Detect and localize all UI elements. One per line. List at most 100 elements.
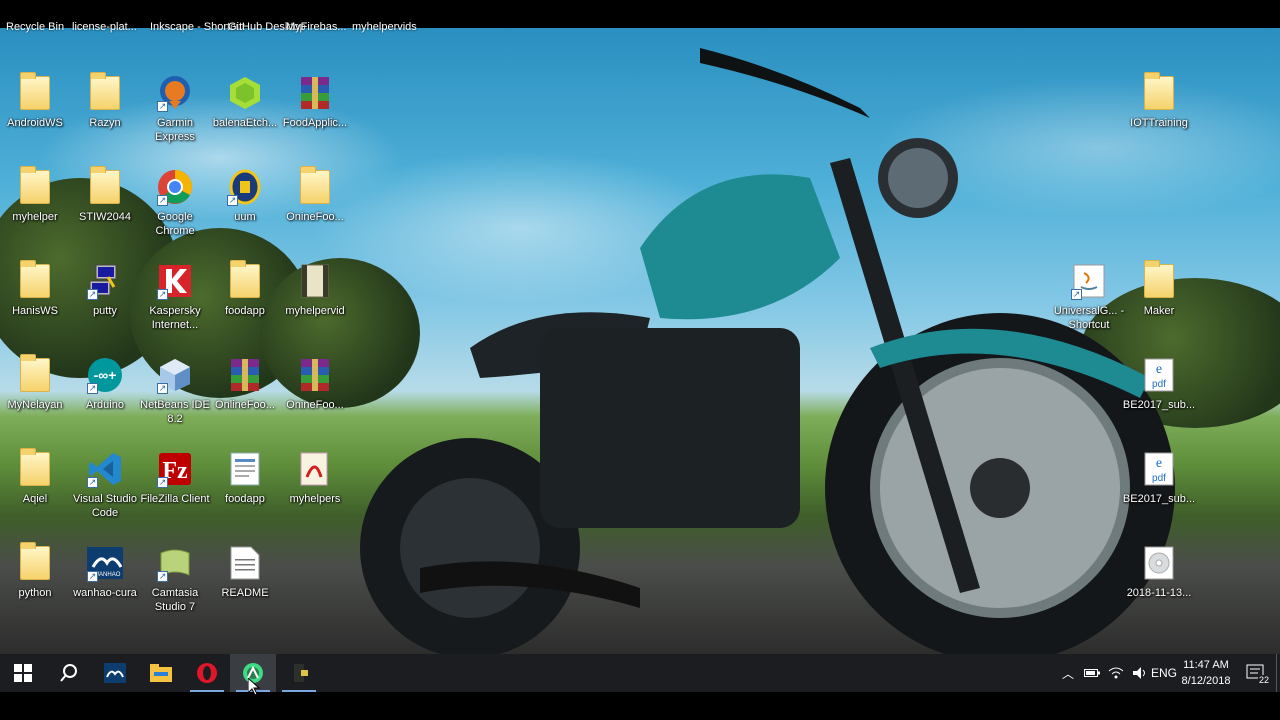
uum-logo-icon: ↗ — [227, 168, 263, 206]
pdf-icon — [297, 450, 333, 488]
icon-label: python — [18, 587, 52, 599]
desktop-icon-balenaetcher[interactable]: balenaEtch... — [210, 70, 280, 158]
desktop-icon-filezilla[interactable]: Fz ↗ FileZilla Client — [140, 446, 210, 534]
folder-icon — [17, 448, 53, 488]
app-window-icon — [294, 664, 308, 682]
desktop-icon-arduino[interactable]: -∞+ ↗ Arduino — [70, 352, 140, 440]
pdf-edge-icon: e pdf — [1141, 450, 1177, 488]
action-center-button[interactable]: 22 — [1236, 654, 1276, 692]
folder-icon — [17, 354, 53, 394]
chrome-icon: ↗ — [157, 168, 193, 206]
desktop-icon-stiw2044[interactable]: STIW2044 — [70, 164, 140, 252]
desktop-icon-camtasia[interactable]: ↗ Camtasia Studio 7 — [140, 540, 210, 628]
desktop-icon-universalg[interactable]: ↗ UniversalG... - Shortcut — [1054, 258, 1124, 346]
desktop-icon-vscode[interactable]: ↗ Visual Studio Code — [70, 446, 140, 534]
desktop-icon-be2017-sub-1[interactable]: e pdf BE2017_sub... — [1122, 352, 1196, 440]
volume-button[interactable] — [1128, 654, 1152, 692]
netbeans-icon: ↗ — [157, 356, 193, 394]
top-label-recycle-bin[interactable]: Recycle Bin — [6, 21, 64, 33]
folder-icon — [17, 166, 53, 206]
desktop-icon-be2017-sub-2[interactable]: e pdf BE2017_sub... — [1122, 446, 1196, 534]
folder-icon — [87, 166, 123, 206]
icon-label: AndroidWS — [7, 117, 63, 129]
desktop-icon-oninefoo[interactable]: OnineFoo... — [280, 164, 350, 252]
desktop-icon-oninefoo-rar[interactable]: OnineFoo... — [280, 352, 350, 440]
show-desktop-button[interactable] — [1276, 654, 1280, 692]
notification-count-badge: 22 — [1257, 675, 1270, 685]
start-button[interactable] — [0, 654, 46, 692]
icon-label: IOTTraining — [1130, 117, 1188, 129]
icon-label: Aqiel — [22, 493, 48, 505]
icon-label: wanhao-cura — [73, 587, 137, 599]
icon-label: balenaEtch... — [212, 117, 278, 129]
battery-button[interactable] — [1080, 654, 1104, 692]
desktop-icon-myhelpervid[interactable]: myhelpervid — [280, 258, 350, 346]
desktop-icon-readme[interactable]: README — [210, 540, 280, 628]
taskbar-app-window[interactable] — [276, 654, 322, 692]
icon-label: MyNelayan — [7, 399, 63, 411]
winrar-icon — [297, 356, 333, 394]
network-button[interactable] — [1104, 654, 1128, 692]
desktop-icon-foodapp-folder[interactable]: foodapp — [210, 258, 280, 346]
battery-icon — [1084, 669, 1100, 677]
desktop-icon-razyn[interactable]: Razyn — [70, 70, 140, 158]
top-label-myhelpervids[interactable]: myhelpervids — [352, 21, 417, 33]
search-button[interactable] — [46, 654, 92, 692]
folder-icon — [1141, 260, 1177, 300]
clock-time: 11:47 AM — [1183, 659, 1229, 671]
opera-icon — [197, 663, 217, 683]
desktop-icon-kaspersky[interactable]: ↗ Kaspersky Internet... — [140, 258, 210, 346]
taskbar-file-explorer[interactable] — [138, 654, 184, 692]
putty-icon: ↗ — [87, 262, 123, 300]
taskbar-opera[interactable] — [184, 654, 230, 692]
icon-label: Maker — [1143, 305, 1175, 317]
desktop-icon-foodapp-doc[interactable]: foodapp — [210, 446, 280, 534]
wifi-icon — [1108, 667, 1124, 679]
show-hidden-icons-button[interactable]: ︿ — [1056, 654, 1080, 692]
desktop-icon-myhelpers[interactable]: myhelpers — [280, 446, 350, 534]
winrar-icon — [297, 74, 333, 112]
icon-label: BE2017_sub... — [1122, 399, 1196, 411]
desktop-icon-aqiel[interactable]: Aqiel — [0, 446, 70, 534]
desktop-icon-netbeans[interactable]: ↗ NetBeans IDE 8.2 — [140, 352, 210, 440]
top-label-myfirebas[interactable]: MyFirebas... — [286, 21, 347, 33]
top-label-license-plat[interactable]: license-plat... — [72, 21, 137, 33]
icon-label: myhelpers — [289, 493, 341, 505]
desktop-icon-garmin-express[interactable]: ↗ Garmin Express — [140, 70, 210, 158]
svg-text:-∞+: -∞+ — [94, 367, 117, 383]
search-icon — [60, 664, 77, 682]
desktop-icon-myhelper[interactable]: myhelper — [0, 164, 70, 252]
icon-label: OnineFoo... — [286, 399, 344, 411]
camtasia-icon: ↗ — [157, 544, 193, 582]
svg-text:pdf: pdf — [1152, 473, 1166, 484]
desktop-icon-androidws[interactable]: AndroidWS — [0, 70, 70, 158]
desktop-icon-iottraining[interactable]: IOTTraining — [1124, 70, 1194, 158]
desktop-icon-2018-11-13[interactable]: 2018-11-13... — [1124, 540, 1194, 628]
icon-label: BE2017_sub... — [1122, 493, 1196, 505]
desktop-icon-maker[interactable]: Maker — [1124, 258, 1194, 346]
folder-icon — [17, 542, 53, 582]
desktop-icon-onlinefoo-rar[interactable]: OnlineFoo... — [210, 352, 280, 440]
icon-label: Arduino — [86, 399, 124, 411]
desktop-icon-python[interactable]: python — [0, 540, 70, 628]
icon-label: Google Chrome — [155, 211, 195, 237]
taskbar-wanhao-cura[interactable] — [92, 654, 138, 692]
language-indicator[interactable]: ENG — [1151, 654, 1177, 692]
java-icon: ↗ — [1071, 262, 1107, 300]
desktop-icon-uum[interactable]: ↗ uum — [210, 164, 280, 252]
desktop-icon-hanisws[interactable]: HanisWS — [0, 258, 70, 346]
desktop-icon-foodapplic[interactable]: FoodApplic... — [280, 70, 350, 158]
svg-text:e: e — [1156, 362, 1162, 377]
desktop-icon-wanhao-cura[interactable]: WANHAO ↗ wanhao-cura — [70, 540, 140, 628]
folder-icon — [87, 72, 123, 112]
icon-label: foodapp — [225, 305, 265, 317]
system-tray: ︿ ENG 11:47 AM 8/12/2018 22 — [1056, 654, 1280, 692]
desktop-icon-google-chrome[interactable]: ↗ Google Chrome — [140, 164, 210, 252]
document-icon — [227, 450, 263, 488]
desktop-icon-putty[interactable]: ↗ putty — [70, 258, 140, 346]
wanhao-icon: WANHAO ↗ — [87, 544, 123, 582]
clock[interactable]: 11:47 AM 8/12/2018 — [1176, 657, 1236, 689]
icon-label: README — [221, 587, 269, 599]
desktop-icon-mynelayan[interactable]: MyNelayan — [0, 352, 70, 440]
wanhao-cura-taskbar-icon — [104, 663, 126, 683]
